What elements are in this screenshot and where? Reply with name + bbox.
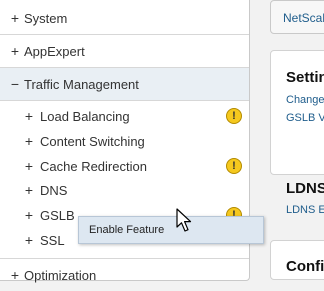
- expand-icon[interactable]: +: [24, 159, 34, 173]
- warning-icon: !: [226, 158, 242, 174]
- nav-item-label: AppExpert: [24, 43, 85, 59]
- collapse-icon[interactable]: −: [10, 77, 20, 91]
- expand-icon[interactable]: +: [10, 11, 20, 25]
- expand-icon[interactable]: +: [24, 183, 34, 197]
- nav-item-appexpert[interactable]: + AppExpert: [0, 35, 249, 68]
- nav-subitem-label: Load Balancing: [40, 108, 130, 124]
- nav-subitem-dns[interactable]: + DNS: [0, 178, 249, 202]
- settings-card: Settin Change GSLB V LDNS LDNS E: [270, 50, 324, 216]
- nav-item-label: Optimization: [24, 267, 97, 283]
- nav-subitem-label: SSL: [40, 232, 65, 248]
- warning-icon: !: [226, 108, 242, 124]
- expand-icon[interactable]: +: [24, 109, 34, 123]
- context-menu: Enable Feature: [78, 216, 264, 244]
- expand-icon[interactable]: +: [24, 233, 34, 247]
- nav-item-system[interactable]: + System: [0, 2, 249, 35]
- nav-subitem-label: DNS: [40, 182, 68, 198]
- expand-icon[interactable]: +: [10, 44, 20, 58]
- change-link[interactable]: Change: [286, 94, 324, 106]
- expand-icon[interactable]: +: [24, 208, 34, 222]
- enable-feature-menu-item[interactable]: Enable Feature: [89, 224, 164, 236]
- nav-item-optimization[interactable]: + Optimization: [0, 258, 249, 291]
- nav-item-traffic-management[interactable]: − Traffic Management: [0, 68, 249, 101]
- gslb-link[interactable]: GSLB V: [286, 112, 324, 124]
- mouse-cursor-icon: [176, 208, 192, 232]
- nav-subitem-load-balancing[interactable]: + Load Balancing !: [0, 104, 249, 128]
- nav-subitem-label: Cache Redirection: [40, 158, 147, 174]
- nav-subitem-label: GSLB: [40, 207, 75, 223]
- nav-subitem-label: Content Switching: [40, 133, 145, 149]
- expand-icon[interactable]: +: [10, 268, 20, 282]
- settings-title: Settin: [286, 69, 324, 86]
- nav-subitem-content-switching[interactable]: + Content Switching: [0, 129, 249, 153]
- ldns-link[interactable]: LDNS E: [286, 204, 324, 216]
- expand-icon[interactable]: +: [24, 134, 34, 148]
- ldns-title: LDNS: [286, 180, 324, 197]
- config-title: Confi: [286, 258, 324, 275]
- nav-subitem-cache-redirection[interactable]: + Cache Redirection !: [0, 154, 249, 178]
- nav-item-label: Traffic Management: [24, 76, 139, 92]
- nav-item-label: System: [24, 10, 68, 26]
- netscaler-tab[interactable]: NetScal: [270, 0, 324, 34]
- config-card: Confi: [270, 240, 324, 280]
